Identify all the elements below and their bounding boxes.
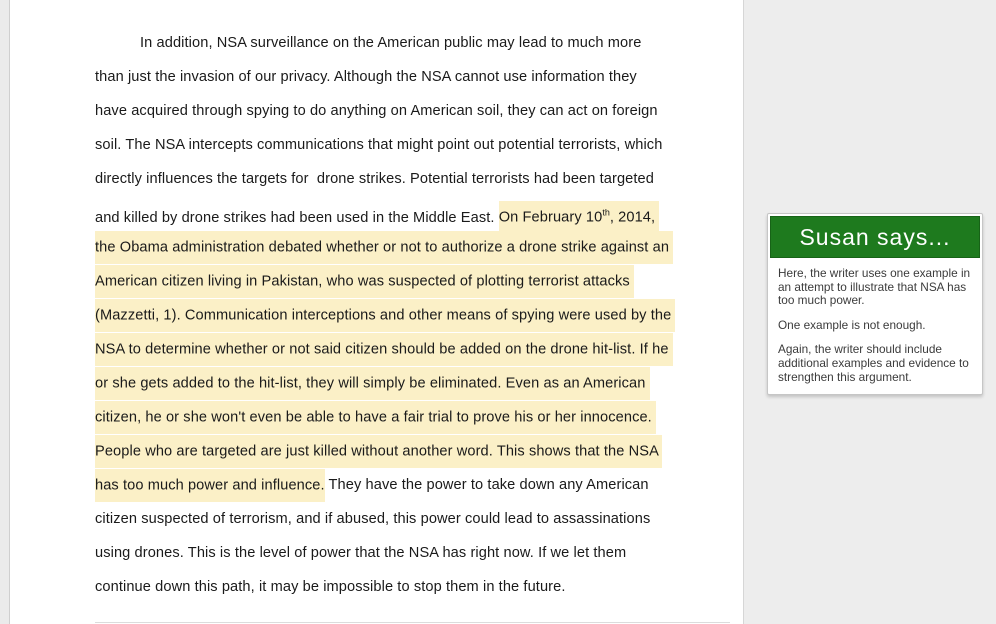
document-line: (Mazzetti, 1). Communication interceptio… <box>95 298 675 332</box>
text-run: have acquired through spying to do anyth… <box>95 103 658 119</box>
comment-card: Susan says... Here, the writer uses one … <box>767 213 983 395</box>
left-gutter <box>0 0 10 624</box>
document-page[interactable]: In addition, NSA surveillance on the Ame… <box>10 0 744 624</box>
document-line: citizen, he or she won't even be able to… <box>95 400 675 434</box>
document-line: continue down this path, it may be impos… <box>95 570 675 604</box>
document-line: using drones. This is the level of power… <box>95 536 675 570</box>
text-run: than just the invasion of our privacy. A… <box>95 69 637 85</box>
text-run: directly influences the targets for dron… <box>95 171 654 187</box>
document-line: have acquired through spying to do anyth… <box>95 94 675 128</box>
document-line: the Obama administration debated whether… <box>95 230 675 264</box>
highlighted-text-run: citizen, he or she won't even be able to… <box>95 401 656 434</box>
text-run: They have the power to take down any Ame… <box>325 477 649 493</box>
document-line: soil. The NSA intercepts communications … <box>95 128 675 162</box>
text-run: citizen suspected of terrorism, and if a… <box>95 511 650 527</box>
document-line: American citizen living in Pakistan, who… <box>95 264 675 298</box>
text-run: In addition, NSA surveillance on the Ame… <box>140 35 641 51</box>
highlighted-text-run: NSA to determine whether or not said cit… <box>95 333 673 366</box>
comment-header: Susan says... <box>770 216 980 258</box>
highlighted-text-run: (Mazzetti, 1). Communication interceptio… <box>95 299 675 332</box>
document-line: has too much power and influence. They h… <box>95 468 675 502</box>
comment-paragraph: Here, the writer uses one example in an … <box>778 267 972 308</box>
document-line: directly influences the targets for dron… <box>95 162 675 196</box>
page-bottom-rule <box>95 622 730 623</box>
text-run: continue down this path, it may be impos… <box>95 579 566 595</box>
essay-paragraph[interactable]: In addition, NSA surveillance on the Ame… <box>95 26 675 604</box>
highlighted-text-run: the Obama administration debated whether… <box>95 231 673 264</box>
highlighted-text-run: or she gets added to the hit-list, they … <box>95 367 650 400</box>
screen: { "document": { "lines": [ { "indent": t… <box>0 0 996 624</box>
comment-body: Here, the writer uses one example in an … <box>768 260 982 392</box>
highlighted-text-run: People who are targeted are just killed … <box>95 435 662 468</box>
document-line: NSA to determine whether or not said cit… <box>95 332 675 366</box>
ordinal-superscript: th <box>602 208 610 218</box>
highlighted-text-run: American citizen living in Pakistan, who… <box>95 265 634 298</box>
document-line: In addition, NSA surveillance on the Ame… <box>95 26 675 60</box>
document-line: citizen suspected of terrorism, and if a… <box>95 502 675 536</box>
document-line: than just the invasion of our privacy. A… <box>95 60 675 94</box>
document-line: or she gets added to the hit-list, they … <box>95 366 675 400</box>
comment-paragraph: One example is not enough. <box>778 319 972 333</box>
text-run: and killed by drone strikes had been use… <box>95 210 499 226</box>
document-line: and killed by drone strikes had been use… <box>95 196 675 230</box>
highlighted-text-run: has too much power and influence. <box>95 469 325 502</box>
text-run: using drones. This is the level of power… <box>95 545 626 561</box>
document-line: People who are targeted are just killed … <box>95 434 675 468</box>
comment-paragraph: Again, the writer should include additio… <box>778 343 972 384</box>
text-run: soil. The NSA intercepts communications … <box>95 137 662 153</box>
comment-title: Susan says... <box>799 224 950 250</box>
